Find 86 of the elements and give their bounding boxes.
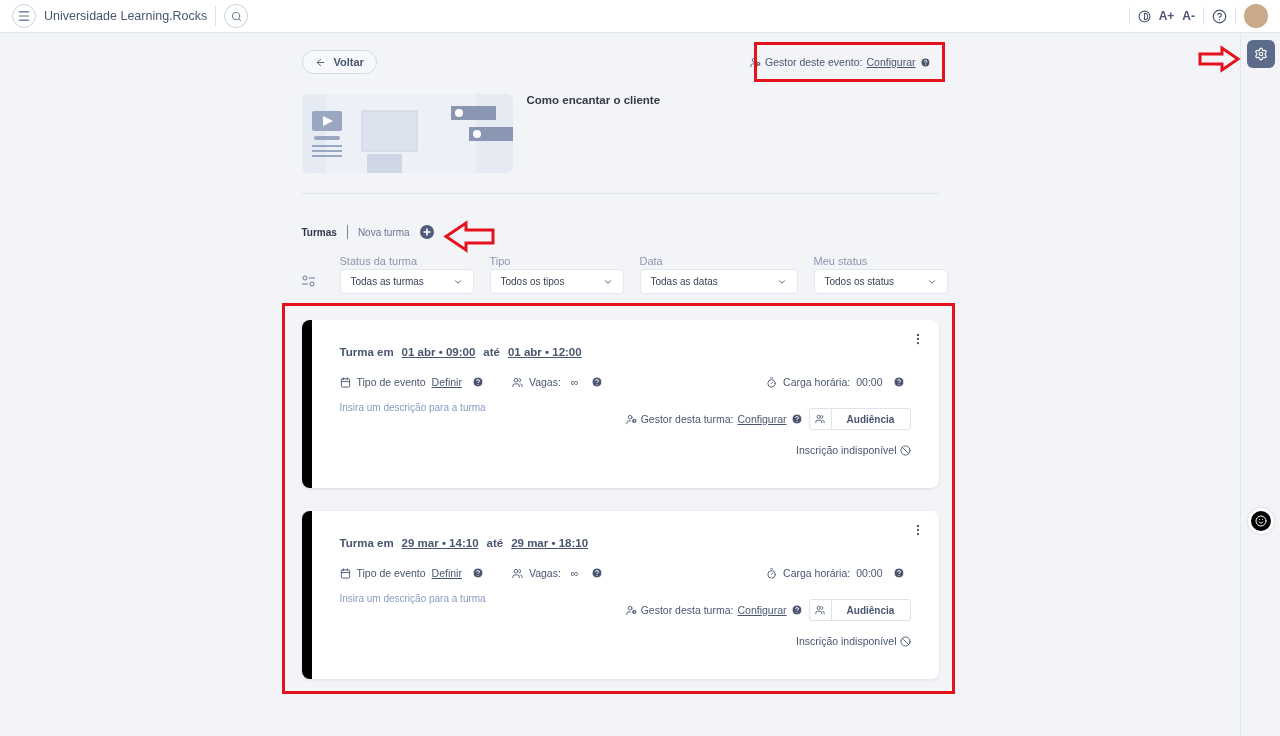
font-decrease-button[interactable]: A-: [1182, 9, 1195, 23]
settings-icon: [1253, 47, 1268, 61]
new-class-tab[interactable]: Nova turma: [357, 226, 410, 238]
font-increase-button[interactable]: A+: [1158, 9, 1175, 23]
people-icon: [815, 605, 825, 615]
seats-value: ∞: [570, 567, 579, 579]
help-icon: [1212, 8, 1227, 24]
back-button[interactable]: Voltar: [301, 50, 377, 74]
filter-label: Tipo: [489, 255, 512, 267]
help-icon[interactable]: [471, 567, 484, 579]
help-icon[interactable]: [919, 56, 931, 68]
app-title: Universidade Learning.Rocks: [44, 6, 217, 26]
calendar-icon: [339, 567, 351, 579]
help-button[interactable]: [1212, 8, 1227, 24]
event-type-label: Tipo de evento: [356, 567, 426, 579]
seats-label: Vagas:: [528, 567, 561, 579]
help-icon[interactable]: [892, 376, 905, 388]
audience-button[interactable]: Audiência: [808, 599, 911, 621]
event-type-label: Tipo de evento: [356, 376, 426, 388]
workload-label: Carga horária:: [783, 376, 851, 388]
menu-icon: [17, 9, 31, 23]
help-icon[interactable]: [471, 376, 484, 388]
filter-dropdown[interactable]: Todos os status: [813, 269, 948, 294]
filter-dropdown[interactable]: Todos os tipos: [489, 269, 624, 294]
class-date-label: Turma em: [339, 346, 394, 358]
timer-icon: [766, 567, 778, 579]
description-field[interactable]: Insira um descrição para a turma: [339, 593, 570, 604]
workload-value: 00:00: [856, 567, 883, 579]
unavailable-icon: [899, 635, 911, 647]
help-icon[interactable]: [590, 376, 603, 388]
timer-icon: [766, 376, 778, 388]
people-icon: [815, 414, 825, 424]
classes-tab[interactable]: Turmas: [301, 226, 337, 238]
unavailable-icon: [899, 444, 911, 456]
class-date-label: Turma em: [339, 537, 394, 549]
date-connector: até: [483, 346, 500, 358]
seats-value: ∞: [570, 376, 579, 388]
filter-icon: [301, 275, 315, 287]
manager-icon: [625, 604, 637, 616]
contrast-icon: [1137, 9, 1151, 23]
event-manager-label: Gestor deste evento:: [765, 56, 863, 68]
configure-link[interactable]: Configurar: [866, 56, 916, 68]
filter-dropdown[interactable]: Todas as turmas: [339, 269, 474, 294]
configure-link[interactable]: Configurar: [737, 413, 787, 425]
define-type-link[interactable]: Definir: [431, 567, 462, 579]
people-icon: [511, 567, 523, 579]
people-icon: [511, 376, 523, 388]
arrow-left-icon: [314, 56, 326, 68]
add-icon[interactable]: [419, 225, 434, 239]
feedback-button[interactable]: [1247, 508, 1274, 534]
class-manager-label: Gestor desta turma:: [640, 413, 734, 425]
menu-button[interactable]: [12, 4, 36, 28]
contrast-button[interactable]: [1137, 9, 1151, 23]
workload-value: 00:00: [856, 376, 883, 388]
seats-label: Vagas:: [528, 376, 561, 388]
event-title: Como encantar o cliente: [526, 94, 661, 106]
help-icon[interactable]: [790, 604, 803, 616]
workload-label: Carga horária:: [783, 567, 851, 579]
settings-button[interactable]: [1246, 40, 1275, 68]
arrow-icon: [1198, 46, 1240, 72]
start-date-link[interactable]: 01 abr • 09:00: [401, 346, 476, 358]
enrollment-status: Inscrição indisponível: [796, 635, 897, 647]
description-field[interactable]: Insira um descrição para a turma: [339, 402, 570, 413]
filter-label: Status da turma: [339, 255, 419, 267]
start-date-link[interactable]: 29 mar • 14:10: [401, 537, 479, 549]
end-date-link[interactable]: 29 mar • 18:10: [511, 537, 589, 549]
end-date-link[interactable]: 01 abr • 12:00: [507, 346, 582, 358]
filter-label: Meu status: [813, 255, 869, 267]
define-type-link[interactable]: Definir: [431, 376, 462, 388]
help-icon[interactable]: [590, 567, 603, 579]
calendar-icon: [339, 376, 351, 388]
audience-button[interactable]: Audiência: [808, 408, 911, 430]
help-icon[interactable]: [790, 413, 803, 425]
search-button[interactable]: [224, 4, 249, 28]
help-icon[interactable]: [892, 567, 905, 579]
smiley-icon: [1254, 515, 1267, 527]
enrollment-status: Inscrição indisponível: [796, 444, 897, 456]
filter-dropdown[interactable]: Todas as datas: [639, 269, 798, 294]
class-manager-label: Gestor desta turma:: [640, 604, 734, 616]
manager-icon: [625, 413, 637, 425]
date-connector: até: [486, 537, 504, 549]
configure-link[interactable]: Configurar: [737, 604, 787, 616]
arrow-icon: [444, 221, 495, 252]
manager-icon: [750, 56, 761, 68]
search-icon: [230, 10, 242, 22]
filter-label: Data: [639, 255, 664, 267]
